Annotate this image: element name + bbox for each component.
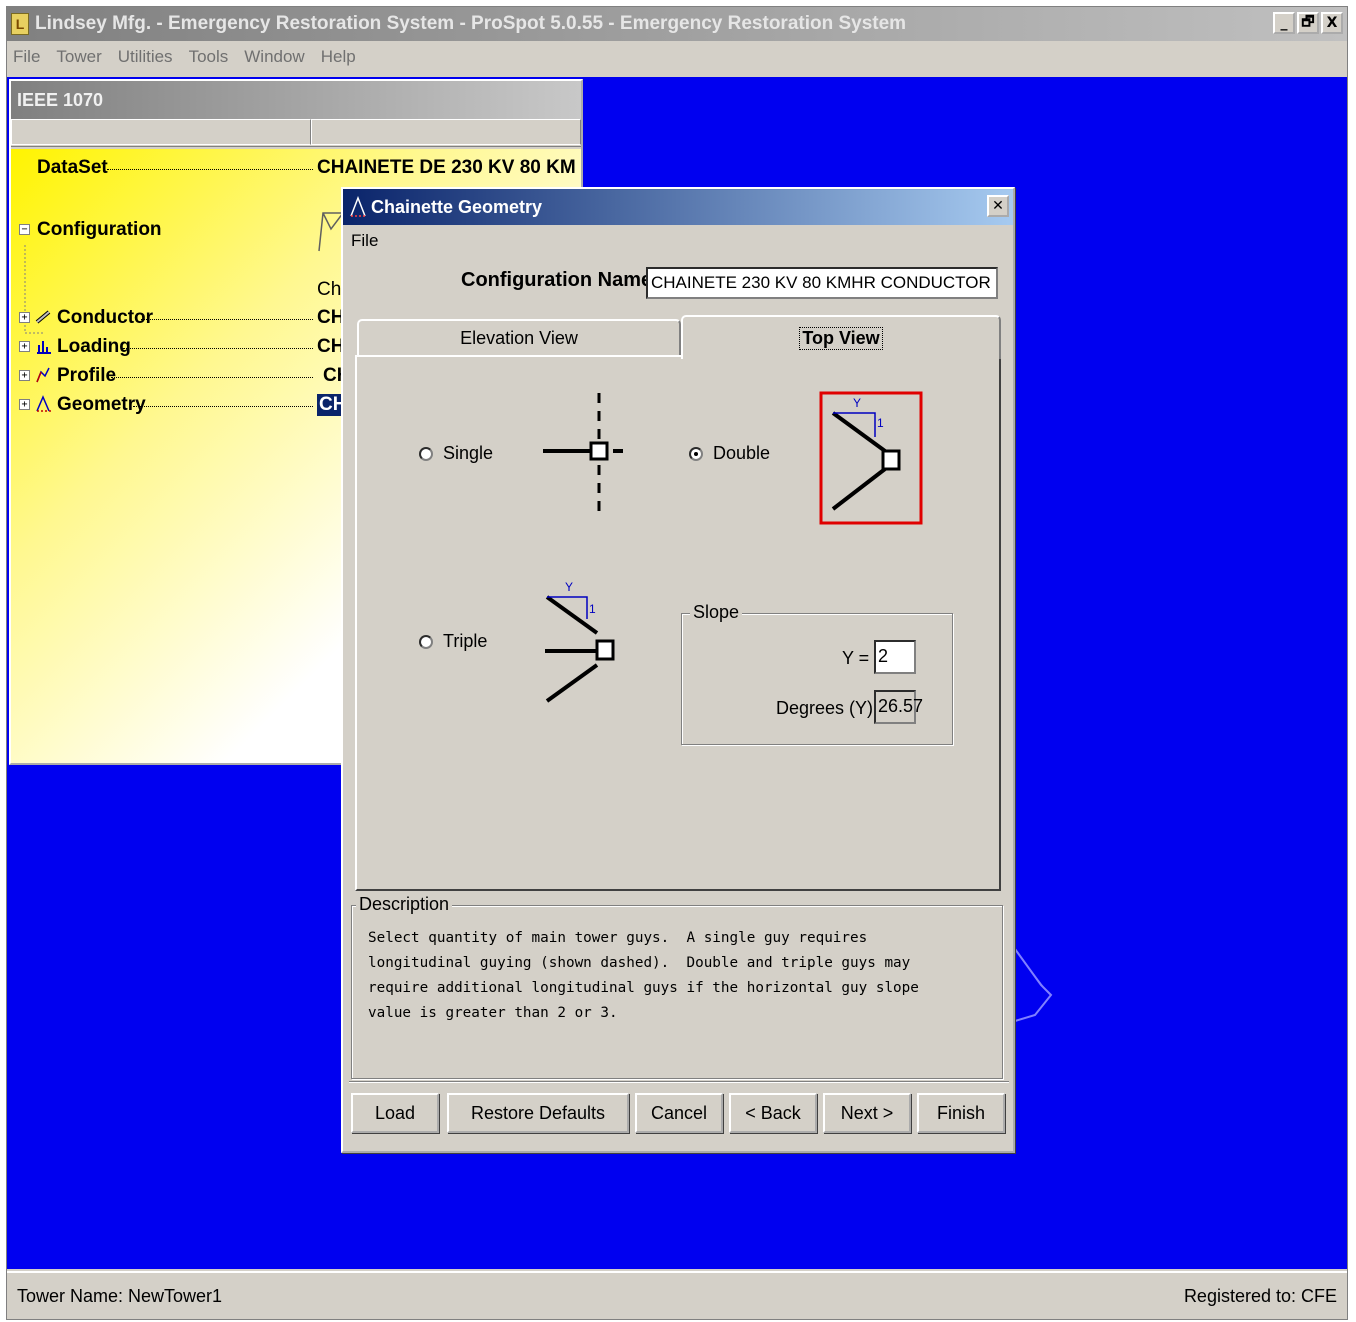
cancel-button[interactable]: Cancel	[635, 1093, 723, 1133]
geometry-icon	[350, 196, 366, 217]
leader-dots	[123, 348, 313, 349]
status-tower-name: Tower Name: NewTower1	[17, 1285, 223, 1306]
tree-label: Geometry	[57, 394, 146, 415]
conductor-icon	[35, 310, 51, 324]
window-controls: _ 🗗 X	[1273, 12, 1343, 34]
description-legend: Description	[356, 894, 453, 915]
diagram-one-label: 1	[877, 416, 884, 430]
radio-label: Single	[443, 443, 494, 463]
config-name-label: Configuration Name	[461, 269, 653, 291]
radio-button-selected[interactable]	[689, 446, 703, 461]
slope-legend: Slope	[690, 602, 743, 623]
expand-icon[interactable]: +	[19, 312, 30, 323]
leader-dots	[111, 377, 313, 378]
radio-triple[interactable]: Triple	[419, 631, 487, 652]
diagram-y-label: Y	[565, 580, 573, 594]
tower-sketch-icon	[1014, 948, 1053, 1022]
slope-groupbox: Slope Y = 2 Degrees (Y) = 26.57	[681, 602, 953, 745]
tree-value: CHAINETE DE 230 KV 80 KM HR C	[317, 157, 581, 178]
restore-button[interactable]: 🗗	[1297, 12, 1319, 34]
tree-label: Loading	[57, 336, 131, 357]
radio-double[interactable]: Double	[689, 443, 770, 464]
tree-label: Conductor	[57, 307, 154, 328]
app-menubar: File Tower Utilities Tools Window Help	[7, 41, 1347, 73]
leader-dots	[141, 319, 313, 320]
radio-label: Triple	[443, 631, 488, 651]
leader-dots	[107, 169, 313, 170]
status-bar: Tower Name: NewTower1 Registered to: CFE	[7, 1271, 1347, 1319]
slope-y-label: Y =	[842, 648, 870, 668]
menu-tools[interactable]: Tools	[189, 47, 229, 67]
status-registered-to: Registered to: CFE	[1183, 1285, 1337, 1306]
radio-single[interactable]: Single	[419, 443, 493, 464]
tab-elevation-view[interactable]: Elevation View	[357, 319, 681, 355]
config-name-input[interactable]: CHAINETE 230 KV 80 KMHR CONDUCTOR 900	[646, 267, 998, 299]
menu-utilities[interactable]: Utilities	[118, 47, 173, 67]
menu-file[interactable]: File	[13, 47, 40, 67]
load-button[interactable]: Load	[351, 1093, 439, 1133]
tab-label: Elevation View	[460, 327, 578, 348]
top-view-panel: Single Double Y 1 Triple Y 1 Slope Y = 2…	[355, 355, 1001, 891]
expand-icon[interactable]: +	[19, 370, 30, 381]
tab-top-view[interactable]: Top View	[681, 315, 1001, 359]
single-guy-diagram	[543, 393, 623, 513]
collapse-icon[interactable]: −	[19, 224, 30, 235]
triple-guy-diagram: Y 1	[545, 580, 615, 703]
profile-icon	[36, 367, 50, 383]
description-groupbox: Description Select quantity of main towe…	[351, 894, 1003, 1079]
button-separator	[349, 1081, 1009, 1083]
tree-label: DataSet	[37, 157, 108, 178]
mdi-workspace: IEEE 1070 DataSet CHAINETE DE 230 KV 80 …	[7, 77, 1347, 1269]
radio-button[interactable]	[419, 634, 433, 649]
dialog-close-button[interactable]: ✕	[987, 195, 1009, 217]
description-text: Select quantity of main tower guys. A si…	[368, 930, 919, 1021]
geometry-icon	[36, 395, 51, 412]
menu-help[interactable]: Help	[321, 47, 356, 67]
dialog-menu-file[interactable]: File	[351, 231, 378, 251]
diagram-one-label: 1	[589, 602, 596, 616]
back-button[interactable]: < Back	[729, 1093, 817, 1133]
minimize-button[interactable]: _	[1273, 12, 1295, 34]
app-titlebar: L Lindsey Mfg. - Emergency Restoration S…	[7, 7, 1347, 41]
tree-column-value[interactable]	[311, 119, 581, 145]
expand-icon[interactable]: +	[19, 341, 30, 352]
chainette-geometry-dialog: Chainette Geometry ✕ File Configuration …	[341, 187, 1015, 1153]
slope-y-input[interactable]: 2	[874, 640, 916, 674]
finish-button[interactable]: Finish	[917, 1093, 1005, 1133]
radio-label: Double	[713, 443, 771, 463]
degrees-label: Degrees (Y) =	[776, 698, 889, 718]
tree-column-name[interactable]	[11, 119, 311, 145]
next-button[interactable]: Next >	[823, 1093, 911, 1133]
expand-icon[interactable]: +	[19, 399, 30, 410]
dialog-titlebar: Chainette Geometry	[343, 189, 1013, 225]
app-title: Lindsey Mfg. - Emergency Restoration Sys…	[35, 13, 907, 34]
tree-label: Profile	[57, 365, 117, 386]
tab-label: Top View	[799, 326, 883, 350]
tree-column-header	[11, 119, 581, 147]
tree-window-title: IEEE 1070	[11, 81, 581, 119]
tree-row-dataset[interactable]: DataSet CHAINETE DE 230 KV 80 KM HR C	[11, 155, 581, 181]
restore-defaults-button[interactable]: Restore Defaults	[447, 1093, 629, 1133]
menu-window[interactable]: Window	[244, 47, 304, 67]
diagram-y-label: Y	[853, 396, 861, 410]
double-guy-diagram-selected: Y 1	[819, 391, 923, 525]
dialog-title: Chainette Geometry	[371, 196, 543, 217]
close-app-button[interactable]: X	[1321, 12, 1343, 34]
degrees-readout: 26.57	[874, 690, 923, 724]
radio-button[interactable]	[419, 446, 433, 461]
tree-label: Configuration	[37, 219, 162, 240]
loading-chart-icon	[37, 341, 51, 354]
menu-tower[interactable]: Tower	[56, 47, 101, 67]
leader-dots	[133, 406, 313, 407]
app-window: L Lindsey Mfg. - Emergency Restoration S…	[6, 6, 1348, 1320]
app-logo-icon: L	[11, 13, 29, 35]
